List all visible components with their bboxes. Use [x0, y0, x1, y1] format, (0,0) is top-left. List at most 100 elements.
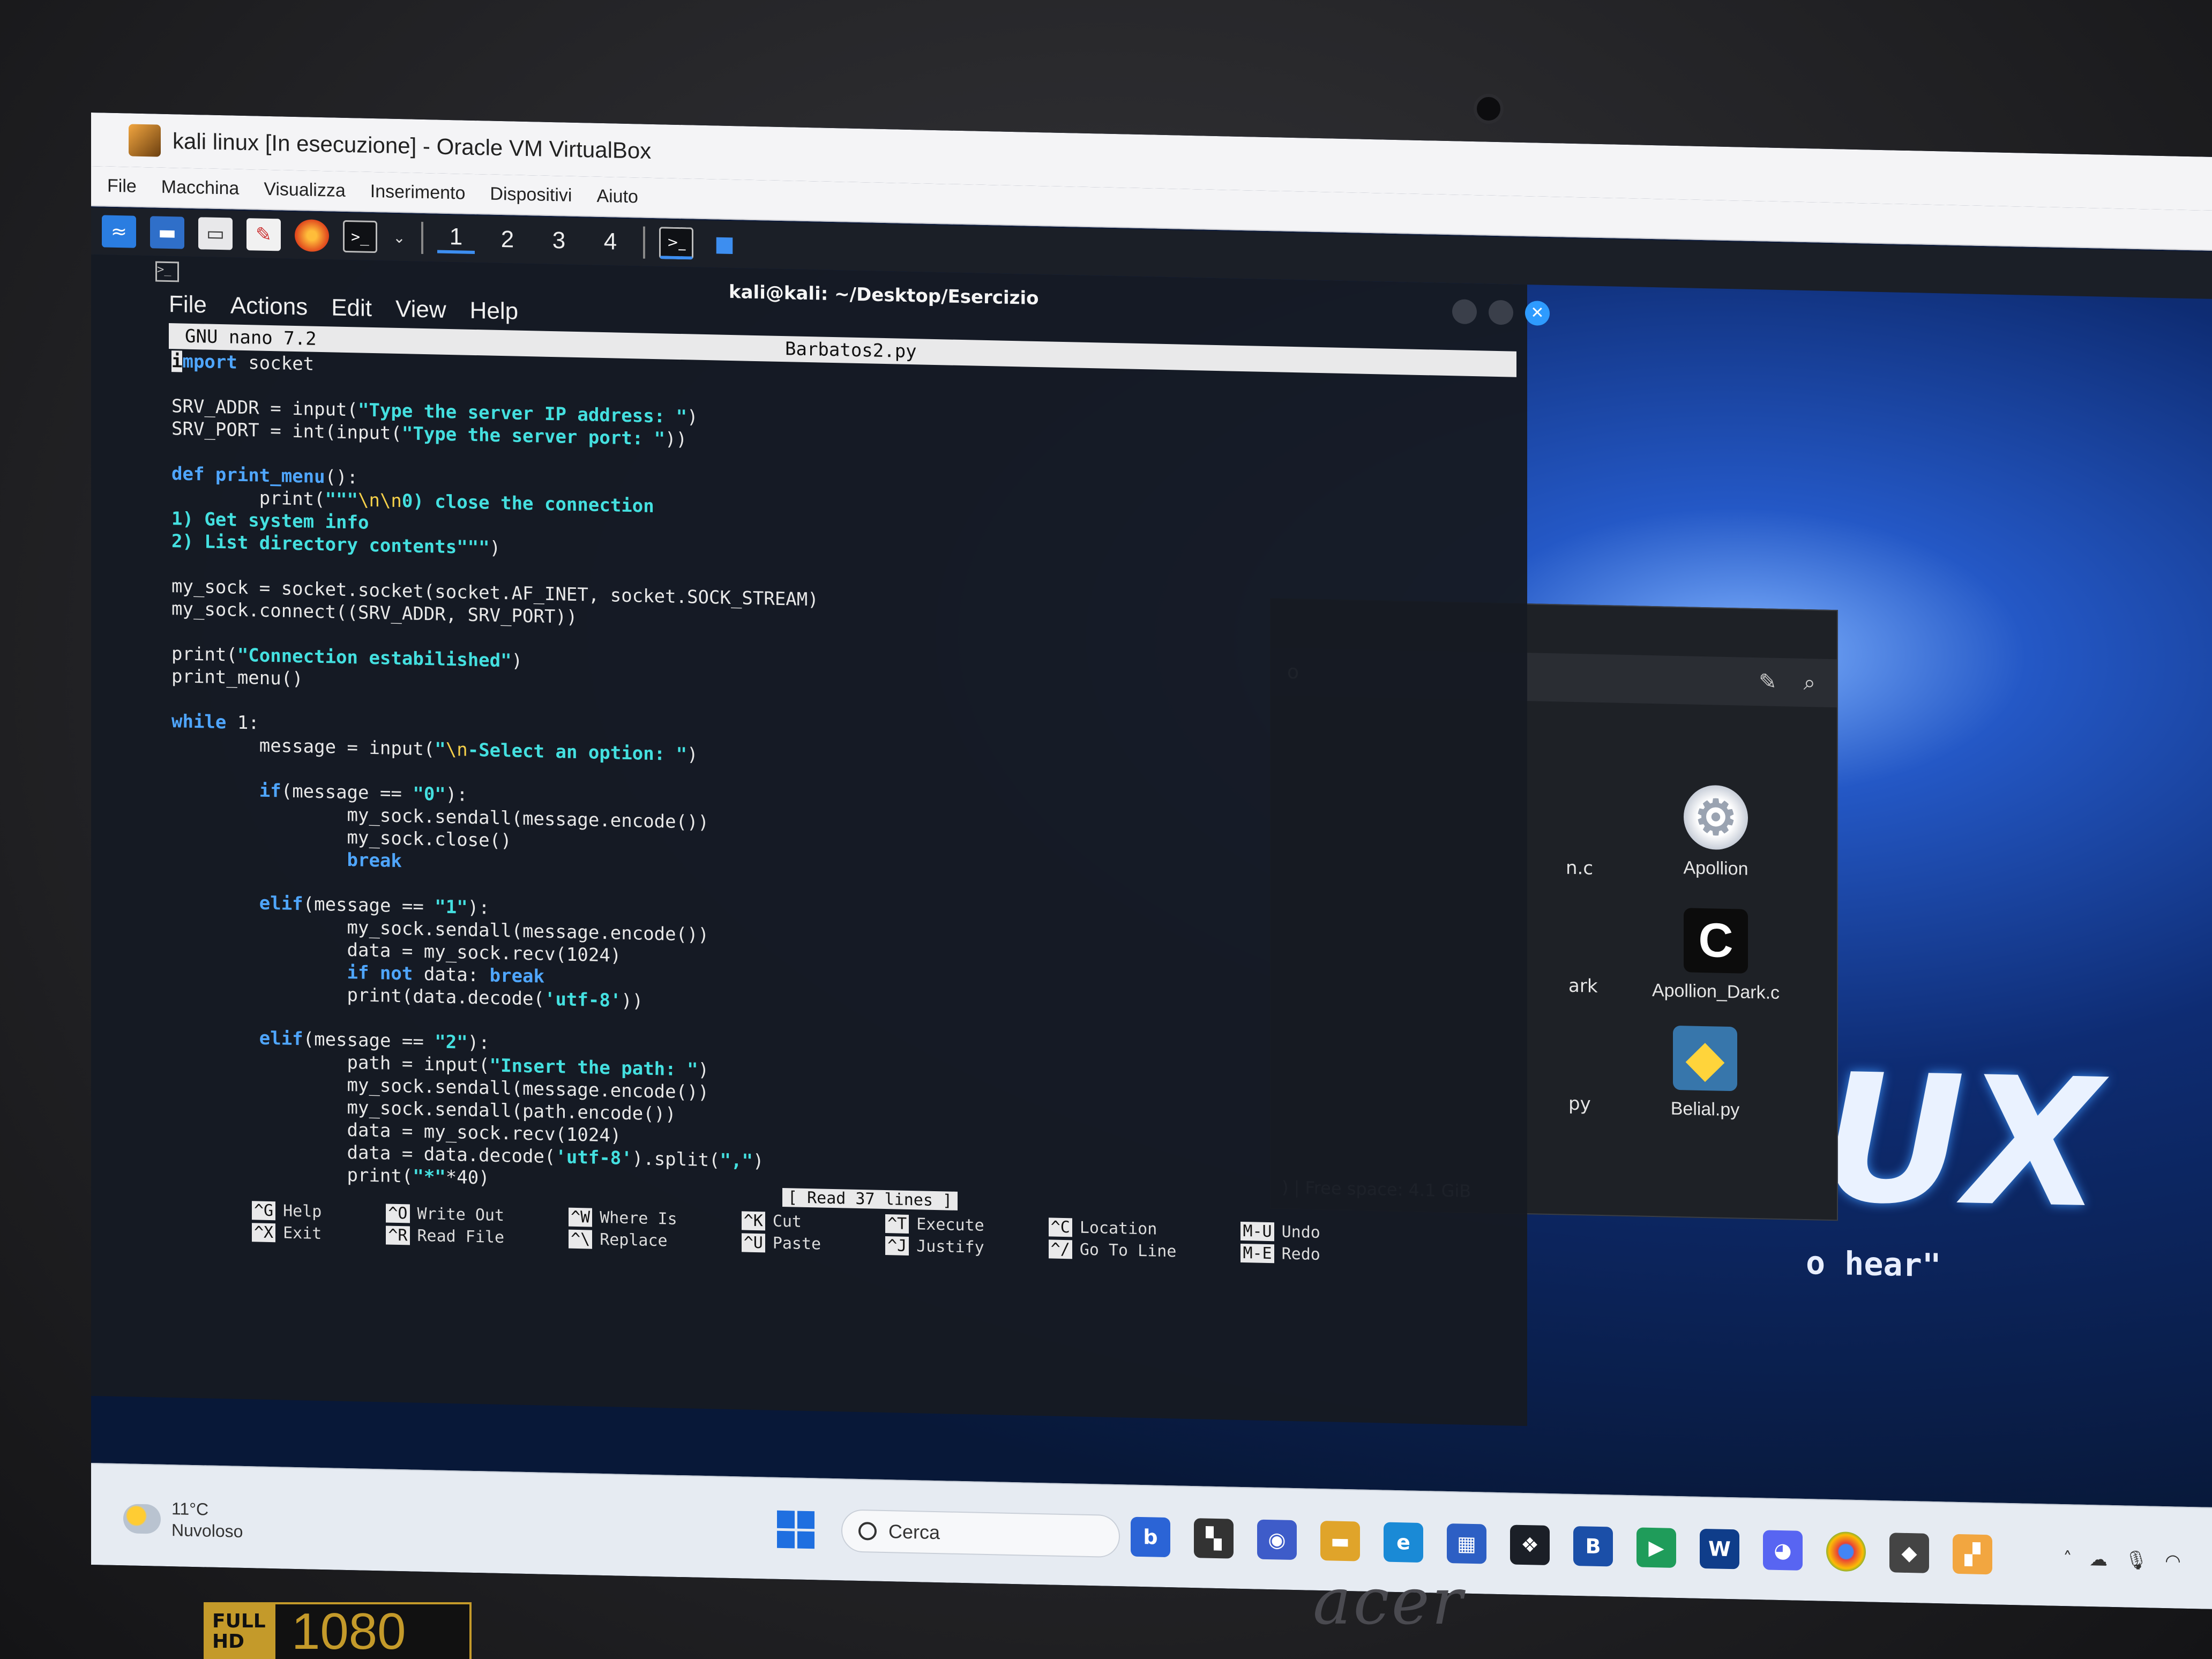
code-editor[interactable]: import socket SRV_ADDR = input("Type the… [171, 350, 819, 1196]
shortcut-label: Read File [417, 1226, 505, 1247]
windows-logo-icon [797, 1531, 814, 1549]
sticker-number: 1080 [292, 1603, 406, 1659]
menu-macchina[interactable]: Macchina [161, 177, 240, 199]
shortcut-label: Write Out [417, 1204, 505, 1225]
search-input[interactable]: Cerca [841, 1509, 1120, 1558]
menu-help[interactable]: Help [470, 297, 519, 325]
shortcut-label: Go To Line [1079, 1240, 1177, 1261]
laptop-bezel: kali linux [In esecuzione] - Oracle VM V… [0, 0, 2212, 1659]
virtualbox-icon[interactable]: ▞ [1953, 1534, 1992, 1575]
shortcut-key: ^G [252, 1201, 276, 1221]
shortcut-label: Undo [1281, 1222, 1320, 1243]
shortcut-key: ^O [386, 1204, 410, 1223]
file-name: Apollion [1683, 857, 1748, 879]
file-name-partial: ark [1568, 975, 1598, 997]
package-icon[interactable]: ◆ [1889, 1533, 1929, 1573]
wallpaper-quote: o hear" [1806, 1244, 1941, 1285]
teams-icon[interactable]: ◉ [1257, 1519, 1297, 1560]
weather-description: Nuvoloso [171, 1520, 243, 1541]
webcam [1474, 94, 1504, 124]
microphone-icon[interactable]: 🎙 [2125, 1549, 2148, 1571]
menu-file[interactable]: File [107, 176, 137, 197]
dropbox-icon[interactable]: ❖ [1510, 1525, 1550, 1566]
copilot-icon[interactable]: b [1131, 1516, 1170, 1558]
screen: kali linux [In esecuzione] - Oracle VM V… [91, 113, 2212, 1609]
webex-icon[interactable]: W [1700, 1528, 1739, 1570]
shortcut-where-replace[interactable]: ^W Where Is ^\ Replace [569, 1207, 677, 1251]
show-desktop-icon[interactable]: ▬ [150, 216, 184, 249]
shortcut-label: Paste [772, 1234, 821, 1254]
shortcut-key: ^C [1048, 1217, 1072, 1237]
file-name-partial: py [1568, 1093, 1591, 1115]
edit-path-icon[interactable]: ✎ [1759, 669, 1777, 694]
weather-cloudy-icon [123, 1503, 161, 1534]
text-editor-icon[interactable]: ✎ [246, 218, 281, 251]
bitwarden-icon[interactable]: B [1573, 1526, 1613, 1567]
panel-separator [421, 221, 423, 254]
windows-logo-icon [797, 1511, 814, 1529]
chevron-up-icon[interactable]: ˄ [2063, 1548, 2072, 1570]
shortcut-execute-justify[interactable]: ^T Execute ^J Justify [885, 1214, 984, 1257]
store-icon[interactable]: ▦ [1447, 1523, 1486, 1564]
menu-edit[interactable]: Edit [331, 294, 372, 322]
python-icon: ◆ [1673, 1025, 1737, 1092]
shortcut-key: M-E [1240, 1243, 1274, 1264]
menu-view[interactable]: View [395, 296, 446, 324]
meet-icon[interactable]: ▶ [1636, 1527, 1676, 1568]
shortcut-label: Justify [916, 1237, 984, 1257]
shortcut-undo-redo[interactable]: M-U Undo M-E Redo [1240, 1221, 1320, 1265]
shortcut-label: Exit [283, 1223, 322, 1244]
shortcut-label: Location [1079, 1218, 1157, 1239]
search-icon[interactable]: ⌕ [1804, 670, 1815, 695]
shortcut-write-read[interactable]: ^O Write Out ^R Read File [386, 1204, 504, 1247]
search-placeholder: Cerca [888, 1520, 940, 1544]
shortcut-cut-paste[interactable]: ^K Cut ^U Paste [741, 1211, 821, 1254]
menu-visualizza[interactable]: Visualizza [264, 179, 345, 201]
menu-inserimento[interactable]: Inserimento [370, 181, 466, 204]
menu-actions[interactable]: Actions [230, 292, 308, 320]
menu-dispositivi[interactable]: Dispositivi [490, 184, 572, 206]
close-button[interactable]: ✕ [1525, 301, 1550, 326]
file-name: Apollion_Dark.c [1651, 980, 1780, 1004]
weather-widget[interactable]: 11°C Nuvoloso [123, 1497, 243, 1542]
shortcut-key: ^K [741, 1211, 765, 1231]
file-explorer-icon[interactable]: ▬ [1320, 1521, 1360, 1561]
window-title: kali linux [In esecuzione] - Oracle VM V… [173, 128, 652, 163]
shortcut-label: Execute [916, 1215, 984, 1235]
workspace-2[interactable]: 2 [489, 226, 526, 253]
workspace-1[interactable]: 1 [437, 223, 475, 254]
kali-menu-icon[interactable]: ≈ [102, 215, 136, 248]
shortcut-help-exit[interactable]: ^G Help ^X Exit [252, 1201, 322, 1243]
terminal-task-icon[interactable]: >_ [659, 227, 693, 260]
shortcut-key: ^J [885, 1236, 909, 1256]
discord-icon[interactable]: ◕ [1763, 1530, 1803, 1571]
system-tray: ˄ ☁ 🎙 ◠ [2063, 1548, 2181, 1572]
menu-aiuto[interactable]: Aiuto [596, 186, 638, 208]
edge-icon[interactable]: e [1384, 1522, 1423, 1563]
terminal-icon[interactable]: >_ [343, 220, 377, 253]
workspace-3[interactable]: 3 [540, 227, 578, 255]
workspace-4[interactable]: 4 [592, 228, 629, 256]
onedrive-icon[interactable]: ☁ [2089, 1549, 2108, 1571]
file-item[interactable]: ⚙ Apollion [1646, 784, 1785, 880]
shortcut-label: Redo [1281, 1244, 1320, 1265]
wifi-icon[interactable]: ◠ [2165, 1550, 2181, 1572]
menu-file[interactable]: File [169, 291, 207, 318]
start-button[interactable] [777, 1510, 814, 1549]
chrome-icon[interactable] [1826, 1531, 1866, 1572]
file-item[interactable]: C Apollion_Dark.c [1646, 907, 1785, 1004]
file-item[interactable]: ◆ Belial.py [1635, 1025, 1775, 1121]
task-view-icon[interactable]: ▚ [1194, 1518, 1234, 1559]
folder-task-icon[interactable]: ■ [707, 228, 742, 260]
firefox-icon[interactable] [295, 219, 329, 252]
shortcut-location-goto[interactable]: ^C Location ^/ Go To Line [1048, 1217, 1177, 1261]
fullhd-sticker: FULL HD 1080 [204, 1602, 472, 1659]
maximize-button[interactable] [1489, 300, 1513, 325]
shortcut-key: ^/ [1048, 1239, 1072, 1259]
minimize-button[interactable] [1452, 299, 1477, 325]
file-manager-icon[interactable]: ▭ [198, 217, 233, 250]
chevron-down-icon[interactable]: ⌄ [391, 221, 407, 254]
file-name-partial: n.c [1566, 857, 1594, 879]
brand-logo: acer [1313, 1565, 1465, 1639]
shortcut-key: ^\ [569, 1229, 593, 1249]
